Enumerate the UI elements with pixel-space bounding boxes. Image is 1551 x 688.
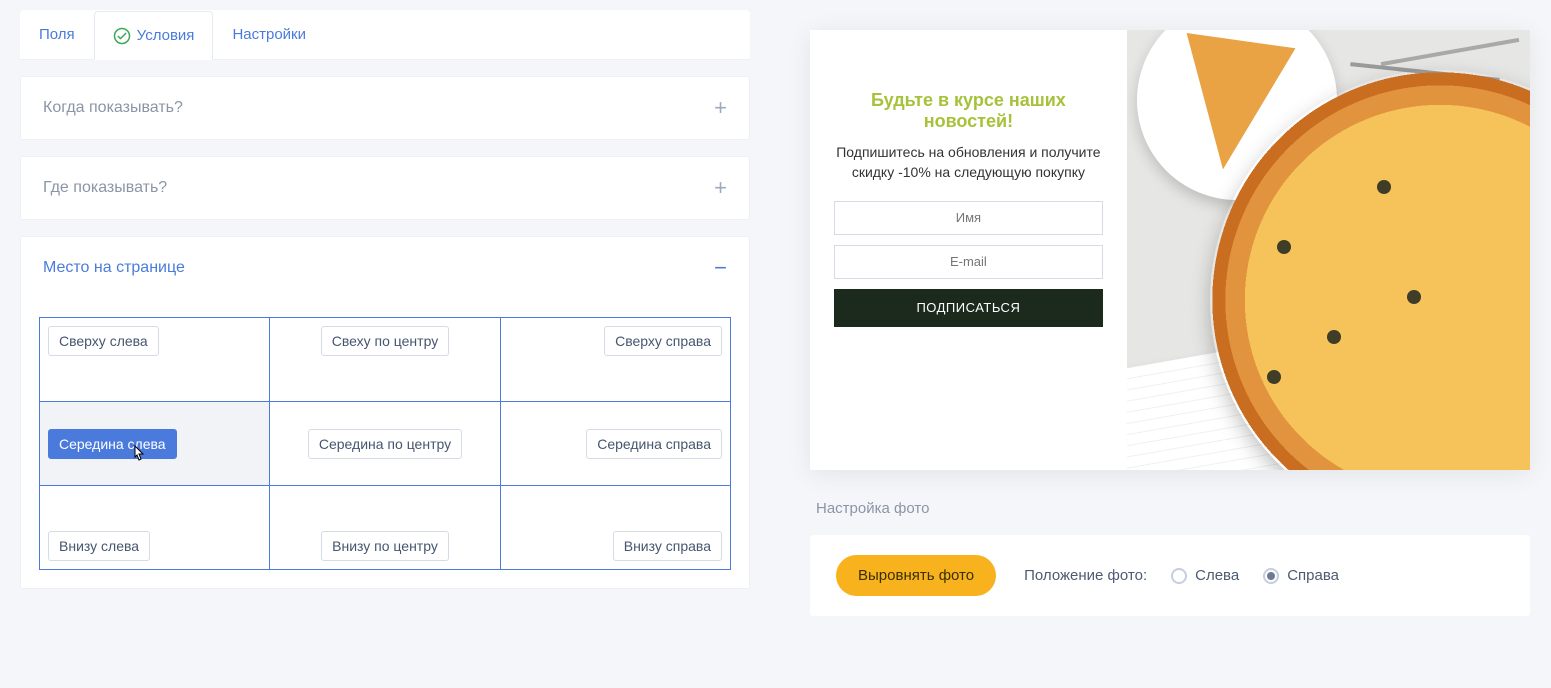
photo-settings-bar: Выровнять фото Положение фото: Слева Спр… [810, 535, 1530, 616]
radio-on-icon [1263, 568, 1279, 584]
pizza-image-icon [1127, 30, 1530, 470]
tab-conditions-label: Условия [137, 27, 195, 44]
position-grid: Сверху слева Свеху по центру Сверху спра… [21, 299, 749, 588]
accordion-when-header[interactable]: Когда показывать? + [21, 77, 749, 139]
email-field[interactable] [834, 245, 1103, 279]
position-cell-bottom-center[interactable]: Внизу по центру [270, 486, 500, 570]
photo-position-left[interactable]: Слева [1171, 567, 1239, 584]
popup-image-side [1127, 30, 1530, 470]
position-cell-middle-left[interactable]: Середина слева [40, 402, 270, 486]
accordion-place-header[interactable]: Место на странице − [21, 237, 749, 299]
tab-fields[interactable]: Поля [20, 10, 94, 59]
position-cell-bottom-right[interactable]: Внизу справа [500, 486, 730, 570]
accordion-where-header[interactable]: Где показывать? + [21, 157, 749, 219]
check-circle-icon [113, 27, 131, 45]
accordion-where-label: Где показывать? [43, 179, 167, 197]
radio-off-icon [1171, 568, 1187, 584]
accordion-place-label: Место на странице [43, 259, 185, 277]
position-chip-middle-center[interactable]: Середина по центру [308, 429, 462, 459]
subscribe-button[interactable]: ПОДПИСАТЬСЯ [834, 289, 1103, 327]
photo-position-right[interactable]: Справа [1263, 567, 1339, 584]
popup-form-side: Будьте в курсе наших новостей! Подпишите… [810, 30, 1127, 470]
position-chip-middle-right[interactable]: Середина справа [586, 429, 722, 459]
position-chip-top-center[interactable]: Свеху по центру [321, 326, 449, 356]
position-chip-bottom-right[interactable]: Внизу справа [613, 531, 722, 561]
align-photo-button[interactable]: Выровнять фото [836, 555, 996, 596]
name-field[interactable] [834, 201, 1103, 235]
minus-icon: − [714, 255, 727, 281]
popup-preview: Будьте в курсе наших новостей! Подпишите… [810, 30, 1530, 470]
position-chip-top-right[interactable]: Сверху справа [604, 326, 722, 356]
position-cell-top-left[interactable]: Сверху слева [40, 318, 270, 402]
position-cell-top-center[interactable]: Свеху по центру [270, 318, 500, 402]
position-cell-bottom-left[interactable]: Внизу слева [40, 486, 270, 570]
accordion-when-label: Когда показывать? [43, 99, 183, 117]
accordion-place: Место на странице − Сверху слева Свеху п… [20, 236, 750, 589]
popup-title: Будьте в курсе наших новостей! [834, 90, 1103, 132]
photo-settings-label: Настройка фото [816, 500, 1530, 517]
position-chip-middle-left[interactable]: Середина слева [48, 429, 177, 459]
tab-conditions[interactable]: Условия [94, 11, 214, 60]
position-cell-top-right[interactable]: Сверху справа [500, 318, 730, 402]
position-chip-bottom-center[interactable]: Внизу по центру [321, 531, 449, 561]
accordion-where: Где показывать? + [20, 156, 750, 220]
position-chip-bottom-left[interactable]: Внизу слева [48, 531, 150, 561]
photo-position-left-label: Слева [1195, 567, 1239, 584]
position-chip-middle-left-label: Середина слева [59, 436, 166, 452]
position-cell-middle-right[interactable]: Середина справа [500, 402, 730, 486]
tab-settings[interactable]: Настройки [213, 10, 325, 59]
plus-icon: + [714, 175, 727, 201]
photo-position-right-label: Справа [1287, 567, 1339, 584]
position-chip-top-left[interactable]: Сверху слева [48, 326, 159, 356]
tabs: Поля Условия Настройки [20, 10, 750, 60]
photo-position-label: Положение фото: [1024, 567, 1147, 584]
plus-icon: + [714, 95, 727, 121]
popup-subtitle: Подпишитесь на обновления и получите ски… [834, 142, 1103, 183]
position-cell-middle-center[interactable]: Середина по центру [270, 402, 500, 486]
accordion-when: Когда показывать? + [20, 76, 750, 140]
